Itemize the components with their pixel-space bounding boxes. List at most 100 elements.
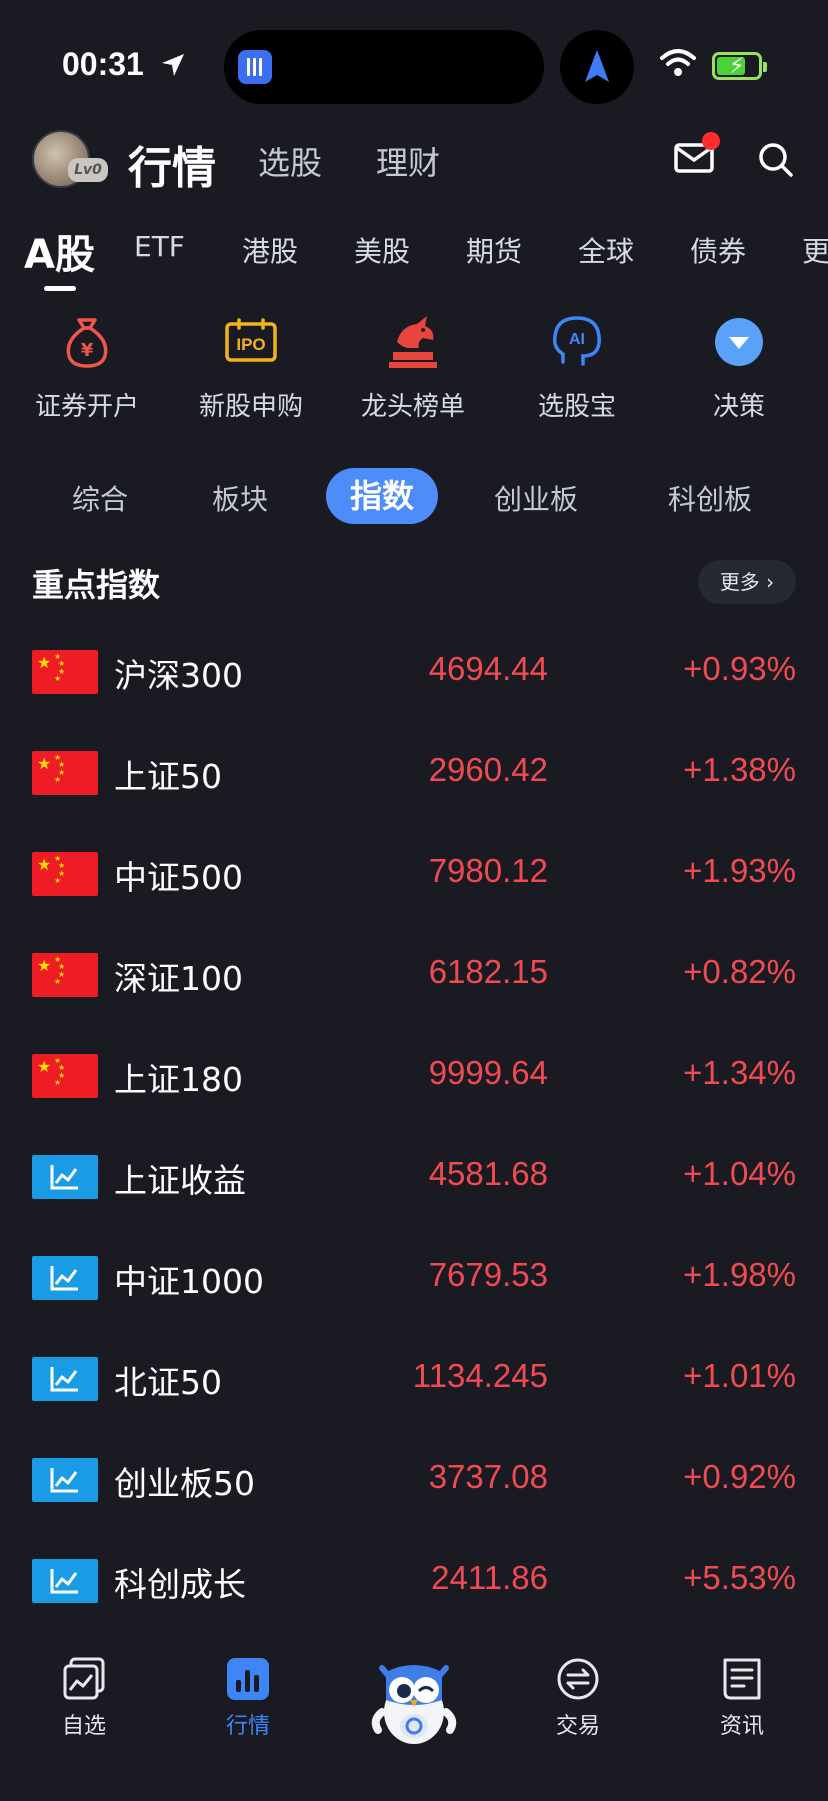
shortcut-row: ¥ 证券开户 IPO 新股申购 龙头榜单 AI 选股宝 决策 (0, 312, 828, 422)
dropdown-circle-icon (709, 312, 769, 372)
index-change: +1.34% (683, 1054, 796, 1091)
china-flag-icon: ★ ★ ★ ★ ★ (32, 751, 98, 795)
shortcut-leaderboard[interactable]: 龙头榜单 (338, 312, 488, 423)
market-tab-bonds[interactable]: 债券 (690, 230, 746, 270)
market-tab-more[interactable]: 更 (802, 230, 828, 270)
index-row[interactable]: ★ ★ ★ ★ ★ 深证100 6182.15 +0.82% (0, 925, 828, 1026)
navigation-arrow-icon (585, 50, 609, 82)
shortcut-label: 决策 (712, 392, 765, 422)
index-price: 7679.53 (428, 1256, 548, 1293)
market-tab-a-share[interactable]: A股 (24, 222, 95, 280)
news-document-icon (719, 1656, 765, 1702)
bottom-nav: 自选 行情 交易 资讯 (0, 1620, 828, 1801)
search-icon[interactable] (756, 140, 796, 180)
index-change: +0.82% (683, 953, 796, 990)
shortcut-ai-picker[interactable]: AI 选股宝 (502, 312, 652, 423)
market-tab-hk[interactable]: 港股 (242, 230, 298, 270)
money-bag-icon: ¥ (57, 312, 117, 372)
level-badge: Lv0 (68, 158, 108, 182)
china-flag-icon: ★ ★ ★ ★ ★ (32, 650, 98, 694)
shortcut-decision[interactable]: 决策 (664, 312, 814, 423)
index-name: 中证500 (114, 858, 243, 897)
index-name: 创业板50 (114, 1464, 255, 1503)
index-row[interactable]: 创业板50 3737.08 +0.92% (0, 1430, 828, 1531)
market-tab-futures[interactable]: 期货 (466, 230, 522, 270)
owl-mascot-icon[interactable] (364, 1650, 464, 1750)
market-tabs: A股 ETF 港股 美股 期货 全球 债券 更 (0, 222, 828, 292)
tab-market[interactable]: 行情 (128, 132, 216, 196)
nav-watchlist[interactable]: 自选 (24, 1656, 144, 1740)
index-price: 4581.68 (428, 1155, 548, 1192)
sub-tabs: 综合 板块 指数 创业板 科创板 (0, 468, 828, 528)
tab-stock-picker[interactable]: 选股 (258, 138, 322, 184)
index-name: 上证50 (114, 757, 222, 796)
subtab-chinext[interactable]: 创业板 (494, 478, 578, 518)
subtab-sectors[interactable]: 板块 (212, 478, 268, 518)
index-name: 上证180 (114, 1060, 243, 1099)
exchange-icon (555, 1656, 601, 1702)
line-chart-icon (32, 1256, 98, 1300)
index-price: 9999.64 (428, 1054, 548, 1091)
notification-dot (702, 132, 720, 150)
shortcut-open-account[interactable]: ¥ 证券开户 (12, 312, 162, 423)
status-bar: 00:31 ⚡ (0, 0, 828, 120)
index-price: 2411.86 (431, 1559, 548, 1596)
section-title: 重点指数 (32, 566, 161, 604)
index-price: 3737.08 (428, 1458, 548, 1495)
china-flag-icon: ★ ★ ★ ★ ★ (32, 1054, 98, 1098)
index-change: +0.92% (683, 1458, 796, 1495)
index-row[interactable]: 北证50 1134.245 +1.01% (0, 1329, 828, 1430)
china-flag-icon: ★ ★ ★ ★ ★ (32, 852, 98, 896)
index-name: 北证50 (114, 1363, 222, 1402)
index-row[interactable]: 上证收益 4581.68 +1.04% (0, 1127, 828, 1228)
nav-news[interactable]: 资讯 (682, 1656, 802, 1740)
index-row[interactable]: 科创成长 2411.86 +5.53% (0, 1531, 828, 1632)
subtab-overview[interactable]: 综合 (72, 478, 128, 518)
index-change: +1.01% (683, 1357, 796, 1394)
svg-text:AI: AI (569, 331, 585, 348)
index-price: 1134.245 (412, 1357, 548, 1394)
index-price: 2960.42 (428, 751, 548, 788)
index-change: +1.38% (683, 751, 796, 788)
index-change: +1.98% (683, 1256, 796, 1293)
nav-market[interactable]: 行情 (188, 1656, 308, 1740)
line-chart-icon (32, 1559, 98, 1603)
index-name: 中证1000 (114, 1262, 264, 1301)
index-change: +1.04% (683, 1155, 796, 1192)
location-arrow-icon (162, 54, 184, 76)
nav-label: 资讯 (719, 1714, 764, 1739)
index-name: 沪深300 (114, 656, 243, 695)
more-button[interactable]: 更多 › (698, 560, 796, 604)
clock: 00:31 (62, 46, 144, 82)
market-tab-global[interactable]: 全球 (578, 230, 634, 270)
dynamic-island (224, 30, 544, 104)
index-price: 7980.12 (428, 852, 548, 889)
bar-chart-icon (225, 1656, 271, 1702)
shortcut-label: 选股宝 (537, 392, 616, 422)
shortcut-ipo[interactable]: IPO 新股申购 (176, 312, 326, 423)
nav-label: 自选 (61, 1714, 106, 1739)
index-price: 6182.15 (428, 953, 548, 990)
subtab-indices[interactable]: 指数 (326, 468, 438, 524)
line-chart-icon (32, 1458, 98, 1502)
index-change: +5.53% (683, 1559, 796, 1596)
index-row[interactable]: ★ ★ ★ ★ ★ 上证50 2960.42 +1.38% (0, 723, 828, 824)
index-change: +1.93% (683, 852, 796, 889)
shortcut-label: 新股申购 (198, 392, 303, 422)
nav-label: 交易 (555, 1714, 600, 1739)
index-row[interactable]: ★ ★ ★ ★ ★ 中证500 7980.12 +1.93% (0, 824, 828, 925)
nav-trade[interactable]: 交易 (518, 1656, 638, 1740)
watchlist-icon (61, 1656, 107, 1702)
active-tab-indicator (44, 286, 76, 291)
index-row[interactable]: 中证1000 7679.53 +1.98% (0, 1228, 828, 1329)
navigation-bubble (560, 30, 634, 104)
market-tab-etf[interactable]: ETF (134, 230, 185, 263)
ai-head-icon: AI (547, 312, 607, 372)
shortcut-label: 证券开户 (34, 392, 139, 422)
index-row[interactable]: ★ ★ ★ ★ ★ 沪深300 4694.44 +0.93% (0, 622, 828, 723)
market-tab-us[interactable]: 美股 (354, 230, 410, 270)
subtab-star-market[interactable]: 科创板 (668, 478, 752, 518)
index-row[interactable]: ★ ★ ★ ★ ★ 上证180 9999.64 +1.34% (0, 1026, 828, 1127)
island-app-icon (238, 50, 272, 84)
tab-wealth[interactable]: 理财 (376, 138, 440, 184)
